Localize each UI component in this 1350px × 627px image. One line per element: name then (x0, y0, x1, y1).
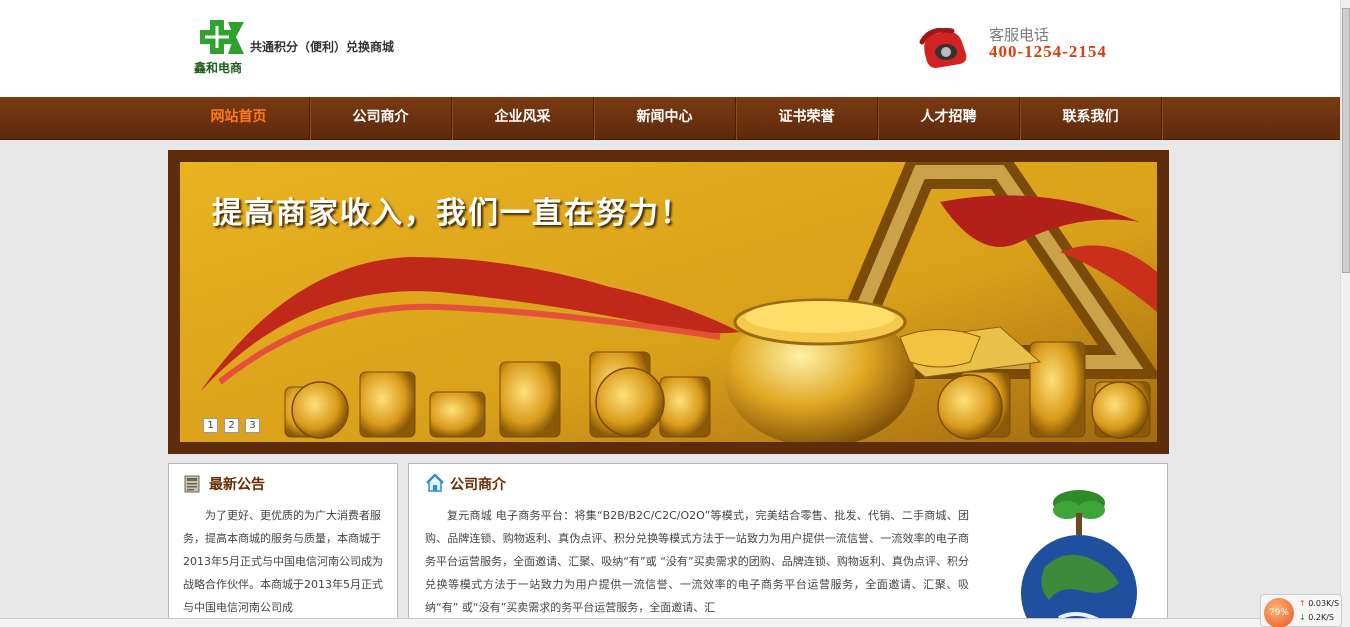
banner-image[interactable]: 提高商家收入，我们一直在努力！ 1 2 3 (180, 162, 1157, 442)
telephone-icon (919, 28, 967, 68)
nav-item-certificates[interactable]: 证书荣誉 (736, 97, 878, 140)
banner-slogan: 提高商家收入，我们一直在努力！ (212, 196, 692, 231)
hotline-number: 400-1254-2154 (989, 42, 1107, 61)
network-speed-widget[interactable]: 79% ↑ 0.03K/S ↓ 0.2K/S (1260, 594, 1342, 627)
globe-tree-image (1021, 490, 1137, 627)
slide-dot-2[interactable]: 2 (224, 418, 239, 433)
nav-item-news[interactable]: 新闻中心 (594, 97, 736, 140)
scrollbar-thumb[interactable] (1342, 8, 1350, 273)
nav-bar: 网站首页 公司商介 企业风采 新闻中心 证书荣誉 人才招聘 联系我们 (168, 97, 1162, 140)
home-icon (426, 473, 444, 492)
site-logo[interactable]: 鑫和电商 (194, 20, 250, 75)
download-speed-value: 0.2K/S (1308, 613, 1334, 622)
upload-speed: ↑ 0.03K/S (1299, 599, 1339, 608)
nav-item-contact[interactable]: 联系我们 (1020, 97, 1162, 140)
company-intro-text: 复元商城 电子商务平台：将集“B2B/B2C/C2C/O2O”等模式，完美结合零… (425, 509, 969, 614)
upload-arrow-icon: ↑ (1299, 599, 1306, 608)
main-nav: 网站首页 公司商介 企业风采 新闻中心 证书荣誉 人才招聘 联系我们 (0, 97, 1340, 140)
banner-slider: 提高商家收入，我们一直在努力！ 1 2 3 (168, 150, 1169, 454)
company-intro-panel: 公司商介 复元商城 电子商务平台：将集“B2B/B2C/C2C/O2O”等模式，… (408, 463, 1168, 627)
download-speed: ↓ 0.2K/S (1299, 613, 1334, 622)
vertical-scrollbar[interactable] (1340, 0, 1350, 627)
nav-item-careers[interactable]: 人才招聘 (878, 97, 1020, 140)
company-intro-title: 公司商介 (450, 477, 506, 493)
nav-item-company-style[interactable]: 企业风采 (452, 97, 594, 140)
slide-dot-1[interactable]: 1 (203, 418, 218, 433)
nav-item-company-intro[interactable]: 公司商介 (310, 97, 452, 140)
logo-cross-icon (200, 20, 244, 54)
latest-notice-panel: 最新公告 为了更好、更优质的为广大消费者服务，提高本商城的服务与质量，本商城于2… (168, 463, 398, 627)
status-bar (0, 618, 1340, 627)
notice-text: 为了更好、更优质的为广大消费者服务，提高本商城的服务与质量，本商城于2013年5… (183, 509, 383, 614)
slide-dot-3[interactable]: 3 (245, 418, 260, 433)
logo-name: 鑫和电商 (194, 61, 243, 75)
header-slogan: 共通积分（便利）兑换商城 (250, 40, 395, 54)
site-header: 鑫和电商 共通积分（便利）兑换商城 客服电话 400-1254-2154 (0, 0, 1340, 97)
upload-speed-value: 0.03K/S (1308, 599, 1340, 608)
nav-item-home[interactable]: 网站首页 (168, 97, 310, 140)
page: 鑫和电商 共通积分（便利）兑换商城 客服电话 400-1254-2154 网站首… (0, 0, 1350, 627)
document-icon (184, 475, 200, 493)
slider-pagination: 1 2 3 (203, 418, 260, 433)
cpu-usage-ball: 79% (1264, 598, 1294, 627)
notice-title: 最新公告 (209, 477, 265, 493)
download-arrow-icon: ↓ (1299, 613, 1306, 622)
